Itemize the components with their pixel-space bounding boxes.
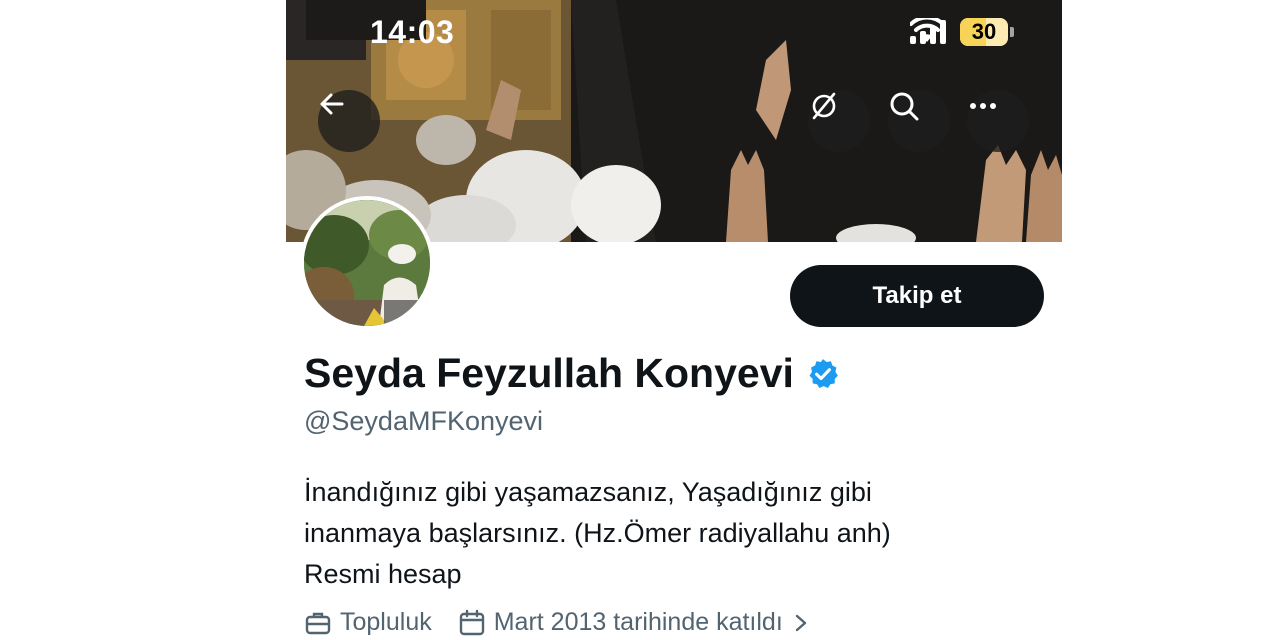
avatar-image — [304, 200, 430, 326]
briefcase-icon — [305, 612, 331, 634]
back-button[interactable] — [318, 90, 380, 152]
calendar-icon — [459, 609, 484, 635]
battery-level: 30 — [971, 19, 997, 44]
arrow-left-icon — [320, 93, 344, 115]
bio-line: inanmaya başlarsınız. (Hz.Ömer radiyalla… — [304, 518, 891, 548]
joined-label: Mart 2013 tarihinde katıldı — [493, 608, 783, 636]
profile-meta: Topluluk Mart 2013 tarihinde katıldı — [304, 608, 837, 637]
battery-icon: 30 — [960, 18, 1008, 46]
profile-screen: 14:03 30 Takip et Seyda Feyzullah Konyev… — [286, 0, 1062, 640]
more-button[interactable] — [967, 90, 1029, 152]
status-time: 14:03 — [370, 14, 455, 50]
category-label: Topluluk — [340, 608, 432, 636]
follow-button[interactable]: Takip et — [790, 265, 1044, 327]
handle: @SeydaMFKonyevi — [304, 406, 544, 436]
bio-line: İnandığınız gibi yaşamazsanız, Yaşadığın… — [304, 477, 872, 507]
bio: İnandığınız gibi yaşamazsanız, Yaşadığın… — [304, 472, 1044, 595]
hide-replies-button[interactable] — [808, 90, 870, 152]
more-icon — [970, 103, 996, 109]
meta-category[interactable]: Topluluk — [304, 608, 432, 637]
battery-tip — [1010, 27, 1014, 37]
search-button[interactable] — [888, 90, 950, 152]
display-name-row: Seyda Feyzullah Konyevi — [304, 350, 840, 397]
search-icon — [890, 92, 919, 121]
status-icons: 30 — [910, 18, 1014, 46]
verified-badge-icon[interactable] — [806, 357, 840, 391]
bio-line: Resmi hesap — [304, 559, 462, 589]
wifi-icon — [910, 18, 944, 42]
meta-joined[interactable]: Mart 2013 tarihinde katıldı — [458, 608, 811, 637]
chevron-right-icon — [795, 614, 806, 631]
avatar[interactable] — [300, 196, 434, 330]
display-name: Seyda Feyzullah Konyevi — [304, 350, 794, 396]
hide-replies-icon — [812, 92, 836, 120]
